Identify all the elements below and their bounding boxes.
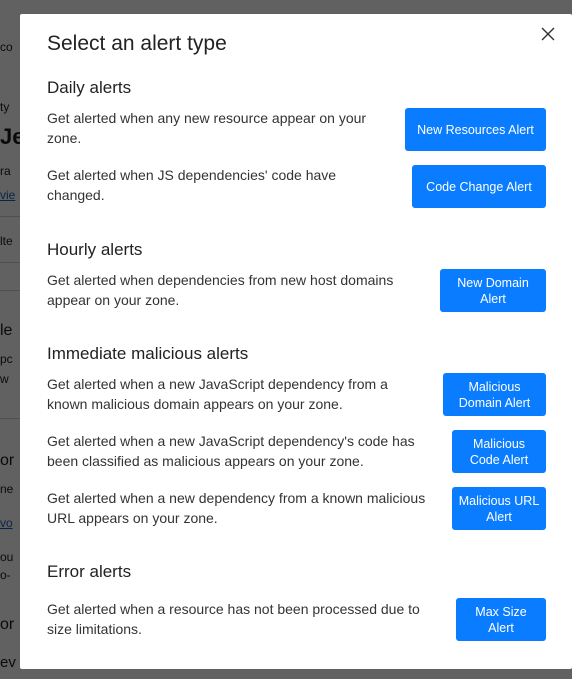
section-title-daily: Daily alerts [47,78,132,97]
alert-description: Get alerted when any new resource appear… [47,110,367,146]
alert-description: Get alerted when a new dependency from a… [47,490,426,526]
alert-description: Get alerted when a new JavaScript depend… [47,376,388,412]
alert-description: Get alerted when dependencies from new h… [47,272,394,308]
malicious-url-alert-button[interactable]: Malicious URL Alert [452,487,546,530]
max-size-alert-button[interactable]: Max Size Alert [456,598,546,641]
close-icon [541,27,555,41]
code-change-alert-button[interactable]: Code Change Alert [412,165,546,208]
new-resources-alert-button[interactable]: New Resources Alert [405,108,546,151]
close-button[interactable] [538,24,558,44]
alert-description: Get alerted when a new JavaScript depend… [47,433,415,469]
alert-type-modal: Select an alert type Daily alerts Get al… [20,14,572,669]
malicious-code-alert-button[interactable]: Malicious Code Alert [452,430,546,473]
alert-description: Get alerted when a resource has not been… [47,601,420,637]
modal-title: Select an alert type [47,32,227,55]
new-domain-alert-button[interactable]: New Domain Alert [440,269,546,312]
malicious-domain-alert-button[interactable]: Malicious Domain Alert [443,373,546,416]
section-title-hourly: Hourly alerts [47,240,143,259]
alert-description: Get alerted when JS dependencies' code h… [47,167,337,203]
section-title-error: Error alerts [47,562,132,581]
section-title-immediate-malicious: Immediate malicious alerts [47,344,249,363]
